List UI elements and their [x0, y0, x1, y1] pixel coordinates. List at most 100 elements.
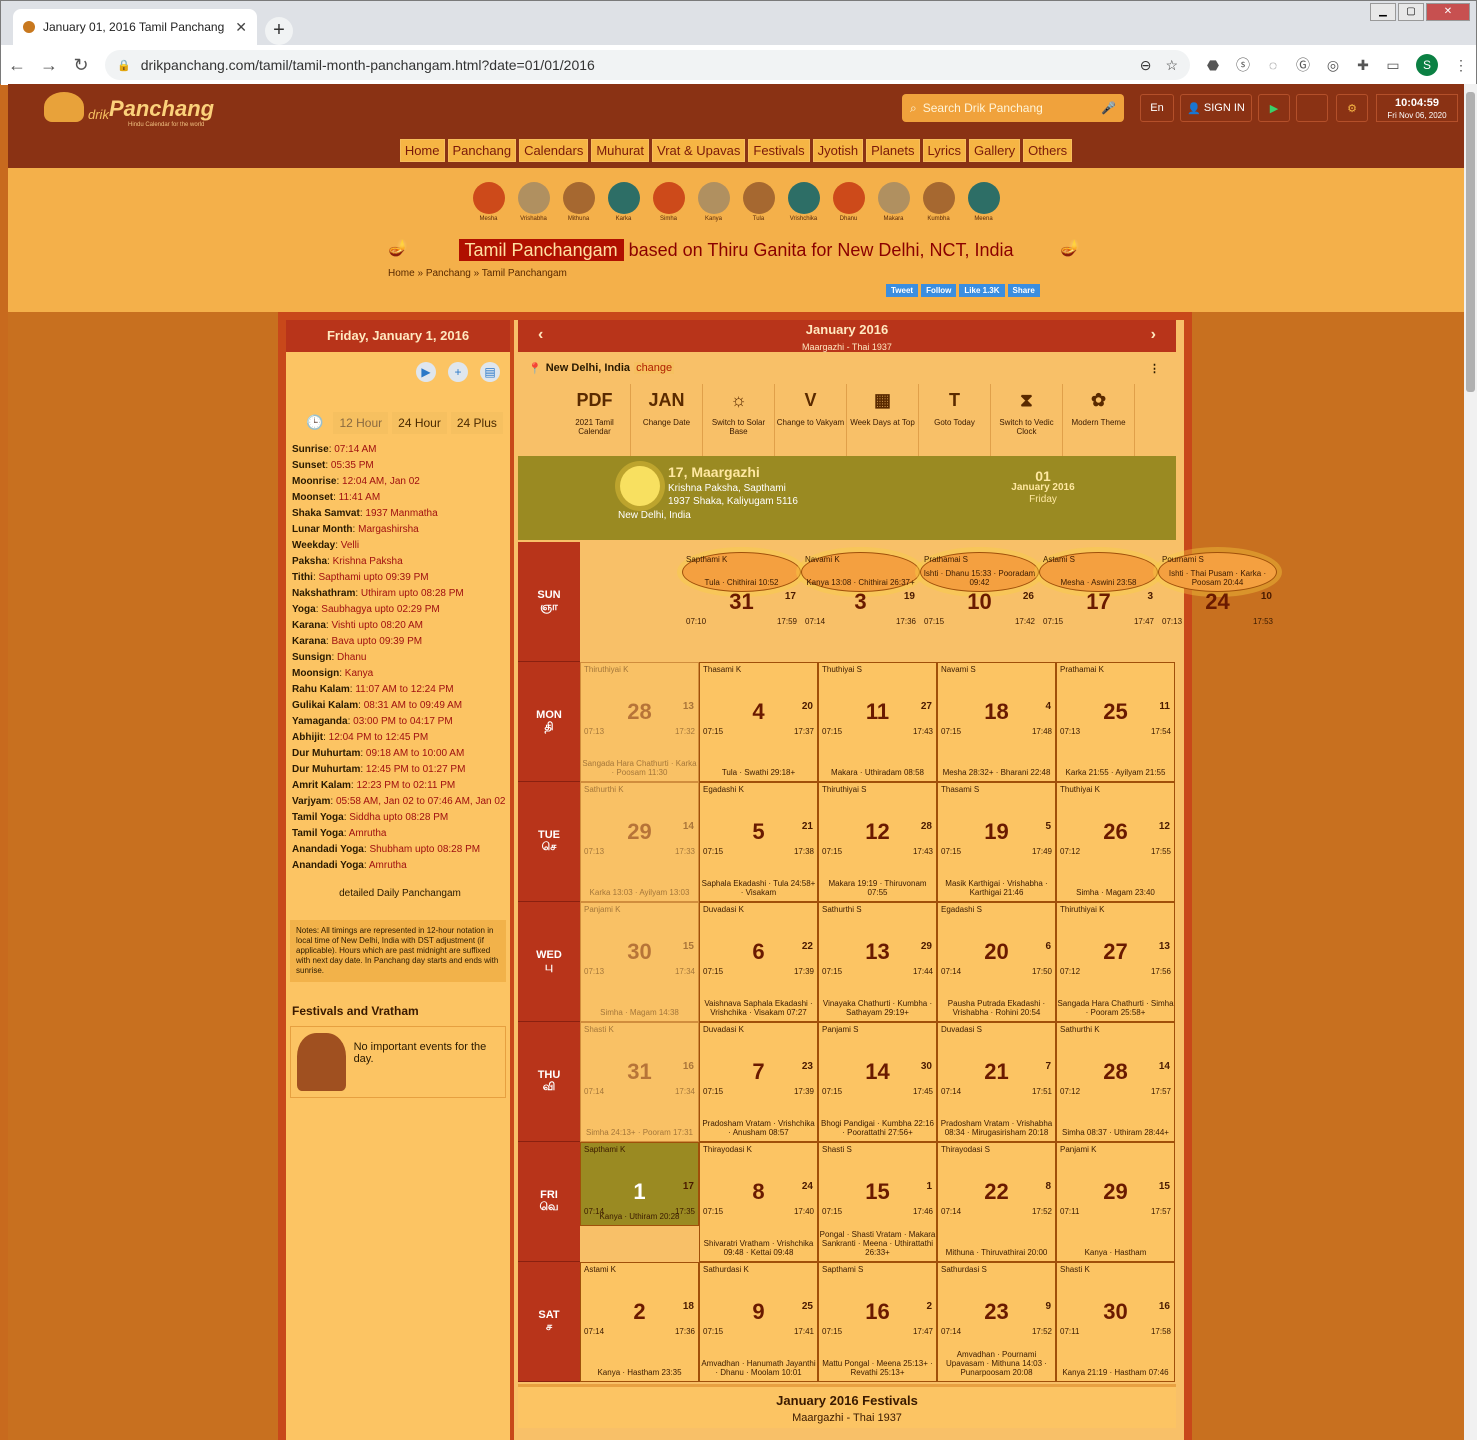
day-cell[interactable]: Sathurthi S 13 29 07:15 17:44 Vinayaka Chathu… [818, 902, 937, 1022]
adblock-extension-icon[interactable]: ⬣ [1198, 57, 1228, 74]
cast-icon[interactable]: ▭ [1378, 57, 1408, 74]
day-cell[interactable]: Prathamai S 10 26 07:15 17:42 Ishti · Dhanu 1… [920, 552, 1039, 626]
day-cell[interactable]: Sapthami S 16 2 07:15 17:47 Mattu Pongal · Me… [818, 1262, 937, 1382]
breadcrumb-panchang[interactable]: Panchang [426, 268, 471, 279]
sign-in-button[interactable]: 👤 SIGN IN [1180, 94, 1252, 122]
day-cell[interactable]: Panjami K 30 15 07:13 17:34 Simha · Magam 14:… [580, 902, 699, 1022]
share-button[interactable]: Share [1007, 284, 1040, 297]
day-cell[interactable]: Navami S 18 4 07:15 17:48 Mesha 28:32+ · Bhar… [937, 662, 1056, 782]
zodiac-kanya[interactable]: Kanya [697, 182, 731, 222]
extension-icon[interactable]: ◌ [1258, 57, 1288, 73]
browser-tab[interactable]: January 01, 2016 Tamil Panchang ✕ [13, 9, 257, 45]
day-cell[interactable]: Shasti K 31 16 07:14 17:34 Simha 24:13+ · Poo… [580, 1022, 699, 1142]
toolbar-button[interactable]: JAN Change Date [631, 384, 703, 456]
puzzle-extensions-icon[interactable]: ✚ [1348, 57, 1378, 74]
toolbar-button[interactable]: ☼ Switch to Solar Base [703, 384, 775, 456]
menu-item[interactable]: Panchang [447, 138, 517, 162]
address-bar[interactable]: 🔒 drikpanchang.com/tamil/tamil-month-pan… [105, 50, 1190, 80]
breadcrumb-home[interactable]: Home [388, 268, 415, 279]
day-cell[interactable]: Thiruthiyai K 28 13 07:13 17:32 Sangada Hara … [580, 662, 699, 782]
day-cell[interactable]: Sapthami K 1 17 07:14 17:35 Kanya · Uthiram 2… [580, 1142, 699, 1226]
zodiac-mesha[interactable]: Mesha [472, 182, 506, 222]
day-cell[interactable]: Astami K 2 18 07:14 17:36 Kanya · Hastham 23:… [580, 1262, 699, 1382]
menu-item[interactable]: Muhurat [591, 138, 650, 162]
microphone-icon[interactable]: 🎤 [1101, 101, 1116, 115]
day-cell[interactable]: Thiruthiyai K 27 13 07:12 17:56 Sangada Hara … [1056, 902, 1175, 1022]
day-cell[interactable]: Prathamai K 25 11 07:13 17:54 Karka 21:55 · A… [1056, 662, 1175, 782]
menu-item[interactable]: Gallery [968, 138, 1021, 162]
reload-icon[interactable]: ↻ [65, 55, 97, 76]
site-logo[interactable]: drik Panchang Hindu Calendar for the wor… [44, 92, 214, 128]
day-cell[interactable]: Sathurdasi S 23 9 07:14 17:52 Amvadhan · Pour… [937, 1262, 1056, 1382]
menu-item[interactable]: Home [399, 138, 445, 162]
zodiac-simha[interactable]: Simha [652, 182, 686, 222]
hour-24-button[interactable]: 24 Hour [392, 411, 447, 434]
day-cell[interactable]: Panjami S 14 30 07:15 17:45 Bhogi Pandigai · … [818, 1022, 937, 1142]
zodiac-vrishabha[interactable]: Vrishabha [517, 182, 551, 222]
page-scrollbar[interactable] [1464, 84, 1477, 1440]
back-icon[interactable]: ← [1, 55, 33, 76]
day-cell[interactable]: Pournami S 24 10 07:13 17:53 Ishti · Thai Pus… [1158, 552, 1277, 626]
menu-item[interactable]: Vrat & Upavas [652, 138, 746, 162]
new-tab-button[interactable]: + [265, 17, 293, 45]
day-cell[interactable]: Thasami K 4 20 07:15 17:37 Tula · Swathi 29:1… [699, 662, 818, 782]
day-cell[interactable]: Duvadasi K 6 22 07:15 17:39 Vaishnava Saphala… [699, 902, 818, 1022]
menu-item[interactable]: Lyrics [922, 138, 966, 162]
zodiac-karka[interactable]: Karka [607, 182, 641, 222]
forward-icon[interactable]: → [33, 55, 65, 76]
zodiac-meena[interactable]: Meena [967, 182, 1001, 222]
toolbar-button[interactable]: ⧗ Switch to Vedic Clock [991, 384, 1063, 456]
day-cell[interactable]: Astami S 17 3 07:15 17:47 Mesha · Aswini 23:5… [1039, 552, 1158, 626]
day-cell[interactable]: Duvadasi S 21 7 07:14 17:51 Pradosham Vratam … [937, 1022, 1056, 1142]
play-store-icon[interactable]: ▶ [1258, 94, 1290, 122]
grammarly-extension-icon[interactable]: Ⓖ [1288, 55, 1318, 75]
site-search-input[interactable]: ⌕ Search Drik Panchang 🎤 [902, 94, 1124, 122]
day-cell[interactable]: Thasami S 19 5 07:15 17:49 Masik Karthigai · … [937, 782, 1056, 902]
profile-avatar[interactable]: S [1416, 54, 1438, 76]
maximize-button[interactable]: ▢ [1398, 3, 1424, 21]
toolbar-button[interactable]: ▦ Week Days at Top [847, 384, 919, 456]
skype-extension-icon[interactable]: ⓢ [1228, 55, 1258, 75]
day-cell[interactable]: Shasti S 15 1 07:15 17:46 Pongal · Shasti Vra… [818, 1142, 937, 1262]
day-cell[interactable]: Sathurthi K 29 14 07:13 17:33 Karka 13:03 · A… [580, 782, 699, 902]
day-cell[interactable]: Navami K 3 19 07:14 17:36 Kanya 13:08 · Chith… [801, 552, 920, 626]
toolbar-button[interactable]: ✿ Modern Theme [1063, 384, 1135, 456]
tweet-button[interactable]: Tweet [886, 284, 919, 297]
like-button[interactable]: Like 1.3K [959, 284, 1005, 297]
day-cell[interactable]: Thiruthiyai S 12 28 07:15 17:43 Makara 19:19 … [818, 782, 937, 902]
day-cell[interactable]: Thuthiyai S 11 27 07:15 17:43 Makara · Uthira… [818, 662, 937, 782]
zodiac-vrishchika[interactable]: Vrishchika [787, 182, 821, 222]
day-cell[interactable]: Egadashi K 5 21 07:15 17:38 Saphala Ekadashi … [699, 782, 818, 902]
prev-month-icon[interactable]: ‹ [538, 326, 543, 344]
minimize-button[interactable]: ▁ [1370, 3, 1396, 21]
menu-item[interactable]: Festivals [748, 138, 810, 162]
add-icon[interactable]: + [448, 362, 468, 382]
follow-button[interactable]: Follow [921, 284, 957, 297]
settings-gear-icon[interactable]: ⚙ [1336, 94, 1368, 122]
day-cell[interactable]: Sathurthi K 28 14 07:12 17:57 Simha 08:37 · U… [1056, 1022, 1175, 1142]
change-location-link[interactable]: change [634, 362, 675, 374]
zodiac-mithuna[interactable]: Mithuna [562, 182, 596, 222]
day-cell[interactable]: Sapthami K 31 17 07:10 17:59 Tula · Chithirai… [682, 552, 801, 626]
menu-item[interactable]: Jyotish [812, 138, 864, 162]
toolbar-button[interactable]: T Goto Today [919, 384, 991, 456]
day-cell[interactable]: Shasti K 30 16 07:11 17:58 Kanya 21:19 · Hast… [1056, 1262, 1175, 1382]
bookmark-star-icon[interactable]: ☆ [1165, 57, 1178, 74]
menu-item[interactable]: Planets [866, 138, 920, 162]
apple-store-icon[interactable] [1296, 94, 1328, 122]
day-cell[interactable]: Thuthiyai K 26 12 07:12 17:55 Simha · Magam 2… [1056, 782, 1175, 902]
play-icon[interactable]: ▶ [416, 362, 436, 382]
toolbar-button[interactable]: PDF 2021 Tamil Calendar [559, 384, 631, 456]
menu-item[interactable]: Others [1023, 138, 1073, 162]
hour-12-button[interactable]: 12 Hour [333, 411, 389, 434]
toolbar-button[interactable]: V Change to Vakyam [775, 384, 847, 456]
screenshot-extension-icon[interactable]: ◎ [1318, 57, 1348, 74]
day-cell[interactable]: Sathurdasi K 9 25 07:15 17:41 Amvadhan · Hanu… [699, 1262, 818, 1382]
menu-item[interactable]: Calendars [519, 138, 589, 162]
document-icon[interactable]: ▤ [480, 362, 500, 382]
more-options-icon[interactable]: ⋮ [1149, 362, 1160, 375]
day-cell[interactable]: Egadashi S 20 6 07:14 17:50 Pausha Putrada Ek… [937, 902, 1056, 1022]
next-month-icon[interactable]: › [1151, 326, 1156, 344]
day-cell[interactable]: Panjami K 29 15 07:11 17:57 Kanya · Hastham [1056, 1142, 1175, 1262]
language-button[interactable]: En [1140, 94, 1174, 122]
